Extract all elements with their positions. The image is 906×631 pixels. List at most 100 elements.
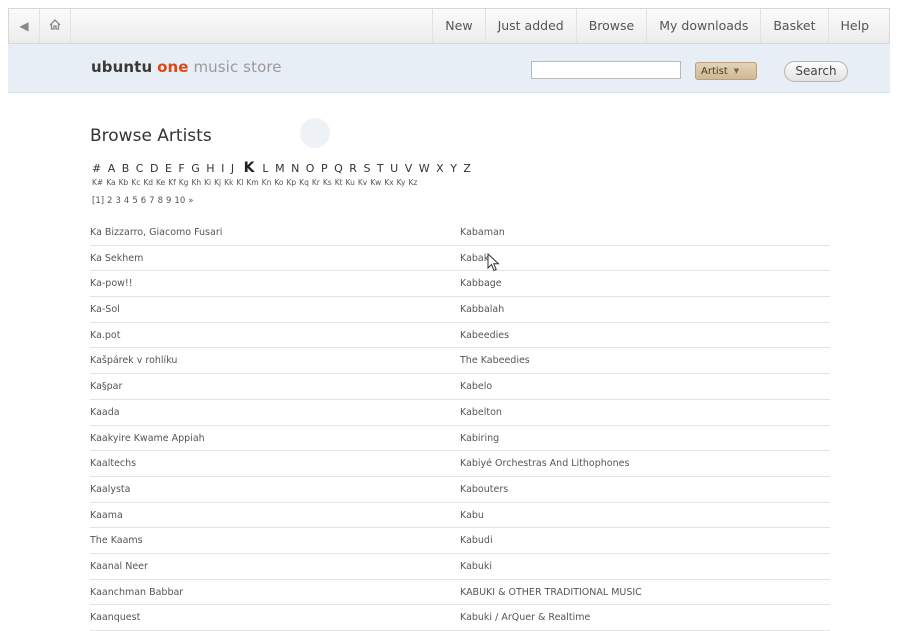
letter-link[interactable]: R xyxy=(349,162,358,175)
sub-letter-link[interactable]: Km xyxy=(246,178,258,187)
letter-link[interactable]: N xyxy=(291,162,301,175)
sub-letter-link[interactable]: Ko xyxy=(274,178,283,187)
sub-letter-link[interactable]: Ki xyxy=(204,178,211,187)
sub-letter-link[interactable]: Ke xyxy=(156,178,165,187)
artist-link[interactable]: Kaanchman Babbar xyxy=(90,587,183,598)
letter-link[interactable]: B xyxy=(122,162,131,175)
sub-letter-link[interactable]: K# xyxy=(92,178,103,187)
artist-link[interactable]: Kaama xyxy=(90,510,123,521)
letter-link[interactable]: H xyxy=(206,162,216,175)
letter-link[interactable]: # xyxy=(92,162,103,175)
nav-link[interactable]: Browse xyxy=(575,9,647,43)
artist-link[interactable]: Ka-pow!! xyxy=(90,278,133,289)
letter-link[interactable]: W xyxy=(419,162,431,175)
page-link[interactable]: 3 xyxy=(115,196,120,206)
artist-link[interactable]: Kaalysta xyxy=(90,484,130,495)
sub-letter-link[interactable]: Kc xyxy=(131,178,140,187)
sub-letter-link[interactable]: Kj xyxy=(214,178,221,187)
letter-link[interactable]: A xyxy=(108,162,117,175)
letter-link[interactable]: E xyxy=(165,162,173,175)
page-link[interactable]: 2 xyxy=(107,196,112,206)
sub-letter-link[interactable]: Kg xyxy=(179,178,189,187)
nav-link[interactable]: Just added xyxy=(484,9,576,43)
letter-link[interactable]: T xyxy=(377,162,385,175)
artist-link[interactable]: Kaanquest xyxy=(90,612,140,623)
sub-letter-link[interactable]: Kw xyxy=(370,178,381,187)
letter-link[interactable]: Q xyxy=(334,162,344,175)
artist-link[interactable]: Kaada xyxy=(90,407,120,418)
artist-link[interactable]: Ka§par xyxy=(90,381,122,392)
artist-link[interactable]: Kabiyé Orchestras And Lithophones xyxy=(460,458,629,469)
sub-letter-link[interactable]: Ky xyxy=(397,178,406,187)
page-link[interactable]: » xyxy=(188,196,193,206)
sub-letter-link[interactable]: Kb xyxy=(119,178,129,187)
store-logo[interactable]: ubuntu one music store xyxy=(91,58,282,76)
artist-link[interactable]: Kabbage xyxy=(460,278,502,289)
letter-link[interactable]: O xyxy=(306,162,316,175)
letter-link[interactable]: F xyxy=(178,162,186,175)
artist-link[interactable]: Ka.pot xyxy=(90,330,120,341)
artist-link[interactable]: Kaanal Neer xyxy=(90,561,148,572)
letter-link[interactable]: V xyxy=(405,162,414,175)
artist-link[interactable]: Kaakyire Kwame Appiah xyxy=(90,433,205,444)
artist-link[interactable]: Ka Sekhem xyxy=(90,253,143,264)
sub-letter-link[interactable]: Ka xyxy=(106,178,115,187)
letter-link[interactable]: I xyxy=(221,162,226,175)
sub-letter-link[interactable]: Kl xyxy=(236,178,243,187)
sub-letter-link[interactable]: Kf xyxy=(168,178,176,187)
sub-letter-link[interactable]: Kx xyxy=(384,178,393,187)
artist-link[interactable]: Kabaman xyxy=(460,227,505,238)
artist-link[interactable]: Kabeedies xyxy=(460,330,509,341)
artist-link[interactable]: Kabu xyxy=(460,510,484,521)
back-button[interactable]: ◀ xyxy=(9,9,40,43)
artist-link[interactable]: Kabak xyxy=(460,253,489,264)
page-link[interactable]: 4 xyxy=(124,196,129,206)
sub-letter-link[interactable]: Kn xyxy=(262,178,272,187)
letter-link[interactable]: Y xyxy=(450,162,458,175)
letter-link[interactable]: G xyxy=(191,162,201,175)
sub-letter-link[interactable]: Kd xyxy=(143,178,153,187)
page-link[interactable]: 8 xyxy=(158,196,163,206)
artist-link[interactable]: The Kabeedies xyxy=(460,355,530,366)
artist-link[interactable]: Ka Bizzarro, Giacomo Fusari xyxy=(90,227,222,238)
artist-link[interactable]: Kabelo xyxy=(460,381,492,392)
sub-letter-link[interactable]: Kp xyxy=(286,178,296,187)
letter-link[interactable]: U xyxy=(390,162,400,175)
letter-link-current[interactable]: K xyxy=(241,160,258,176)
letter-link[interactable]: C xyxy=(136,162,145,175)
sub-letter-link[interactable]: Kz xyxy=(408,178,417,187)
nav-link[interactable]: New xyxy=(432,9,484,43)
nav-link[interactable]: Help xyxy=(827,9,882,43)
nav-link[interactable]: Basket xyxy=(760,9,827,43)
search-button[interactable]: Search xyxy=(784,61,848,82)
sub-letter-link[interactable]: Kq xyxy=(299,178,309,187)
sub-letter-link[interactable]: Ks xyxy=(323,178,332,187)
letter-link[interactable]: S xyxy=(363,162,371,175)
page-link[interactable]: 5 xyxy=(132,196,137,206)
letter-link[interactable]: M xyxy=(275,162,286,175)
artist-link[interactable]: Kaaltechs xyxy=(90,458,136,469)
page-link[interactable]: 10 xyxy=(174,196,185,206)
letter-link[interactable]: X xyxy=(436,162,445,175)
page-link[interactable]: 6 xyxy=(141,196,146,206)
letter-link[interactable]: L xyxy=(262,162,270,175)
sub-letter-link[interactable]: Kv xyxy=(358,178,367,187)
sub-letter-link[interactable]: Ku xyxy=(346,178,355,187)
letter-link[interactable]: J xyxy=(231,162,236,175)
artist-link[interactable]: Ka-Sol xyxy=(90,304,120,315)
artist-link[interactable]: Kabelton xyxy=(460,407,502,418)
artist-link[interactable]: The Kaams xyxy=(90,535,143,546)
letter-link[interactable]: P xyxy=(321,162,329,175)
artist-link[interactable]: Kabbalah xyxy=(460,304,504,315)
page-link[interactable]: 9 xyxy=(166,196,171,206)
artist-link[interactable]: Kabouters xyxy=(460,484,508,495)
artist-link[interactable]: Kabudi xyxy=(460,535,493,546)
sub-letter-link[interactable]: Kh xyxy=(191,178,201,187)
artist-link[interactable]: Kabuki xyxy=(460,561,492,572)
sub-letter-link[interactable]: Kt xyxy=(335,178,343,187)
artist-link[interactable]: Kašpárek v rohlíku xyxy=(90,355,177,366)
sub-letter-link[interactable]: Kr xyxy=(312,178,320,187)
artist-link[interactable]: KABUKI & OTHER TRADITIONAL MUSIC xyxy=(460,587,642,598)
search-type-select[interactable]: Artist ▼ xyxy=(695,62,757,80)
nav-link[interactable]: My downloads xyxy=(646,9,760,43)
